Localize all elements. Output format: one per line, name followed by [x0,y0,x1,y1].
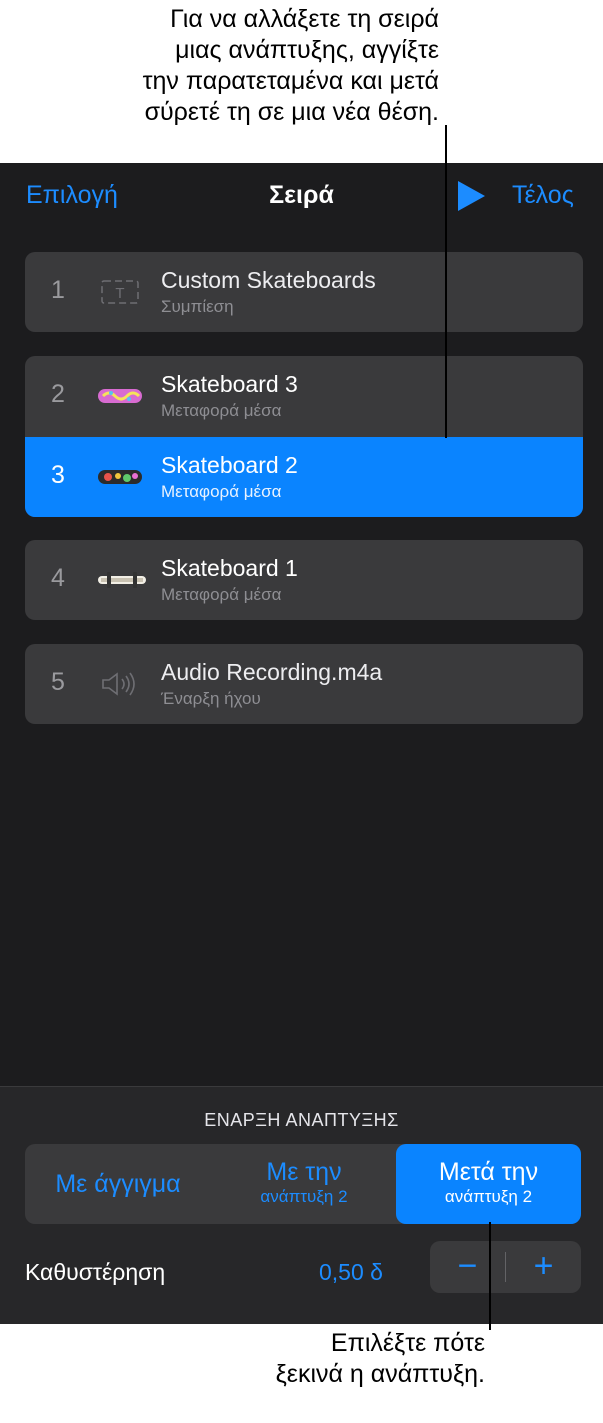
text-box-icon: T [97,279,143,305]
callout-line: σύρετέ τη σε μια νέα θέση. [144,98,439,126]
build-title: Skateboard 1 [161,555,298,581]
build-start-callout: Επιλέξτε πότε ξεκινά η ανάπτυξη. [65,1328,485,1390]
build-title: Custom Skateboards [161,267,376,293]
done-button[interactable]: Τέλος [512,181,574,210]
build-start-segmented-control: Με άγγιγμα Με την ανάπτυξη 2 Μετά την αν… [25,1144,581,1224]
build-effect: Μεταφορά μέσα [161,482,282,501]
build-item[interactable]: 2 Skateboard 3 Μεταφορά μέσα [25,356,583,436]
build-item[interactable]: 1 T Custom Skateboards Συμπίεση [25,252,583,332]
start-on-tap-option[interactable]: Με άγγιγμα [25,1144,211,1224]
build-item[interactable]: 4 Skateboard 1 Μεταφορά μέσα [25,540,583,620]
callout-line: μιας ανάπτυξης, αγγίξτε [175,36,439,64]
build-item-group: 2 Skateboard 3 Μεταφορά μέσα 3 Skateboar… [25,356,583,517]
skateboard-thumbnail [97,464,143,490]
build-effect: Μεταφορά μέσα [161,585,282,604]
callout-line: ξεκινά η ανάπτυξη. [275,1360,485,1388]
speaker-icon [97,671,143,697]
build-effect: Συμπίεση [161,297,234,316]
build-title: Skateboard 3 [161,371,298,397]
callout-leader-line [489,1222,491,1330]
build-number: 3 [51,461,65,489]
skateboard-thumbnail [97,567,146,593]
increase-delay-button[interactable]: + [506,1241,581,1293]
decrease-delay-button[interactable]: − [430,1241,505,1293]
callout-line: Επιλέξτε πότε [330,1329,485,1357]
build-number: 2 [51,380,65,408]
start-with-build-option[interactable]: Με την ανάπτυξη 2 [211,1144,397,1224]
delay-label: Καθυστέρηση [25,1259,166,1285]
build-effect: Μεταφορά μέσα [161,401,282,420]
build-start-section: ΕΝΑΡΞΗ ΑΝΑΠΤΥΞΗΣ Με άγγιγμα Με την ανάπτ… [0,1086,603,1324]
build-order-panel: Επιλογή Σειρά Τέλος 1 T Custom Skateboar… [0,163,603,1324]
skateboard-thumbnail [97,383,143,409]
build-effect: Έναρξη ήχου [161,689,261,708]
callout-line: την παρατεταμένα και μετά [142,67,439,95]
build-number: 1 [51,276,65,304]
build-number: 5 [51,668,65,696]
section-label: ΕΝΑΡΞΗ ΑΝΑΠΤΥΞΗΣ [204,1110,399,1130]
callout-leader-line [445,125,447,438]
delay-value: 0,50 δ [319,1259,383,1285]
reorder-callout: Για να αλλάξετε τη σειρά μιας ανάπτυξης,… [19,4,439,128]
svg-text:T: T [115,285,124,302]
build-item-selected[interactable]: 3 Skateboard 2 Μεταφορά μέσα [25,437,583,517]
build-number: 4 [51,564,65,592]
callout-line: Για να αλλάξετε τη σειρά [170,5,439,33]
start-after-build-option[interactable]: Μετά την ανάπτυξη 2 [396,1144,581,1224]
build-title: Skateboard 2 [161,452,298,478]
delay-stepper: − + [430,1241,581,1293]
build-item[interactable]: 5 Audio Recording.m4a Έναρξη ήχου [25,644,583,724]
build-title: Audio Recording.m4a [161,659,383,685]
play-icon[interactable] [458,181,485,211]
